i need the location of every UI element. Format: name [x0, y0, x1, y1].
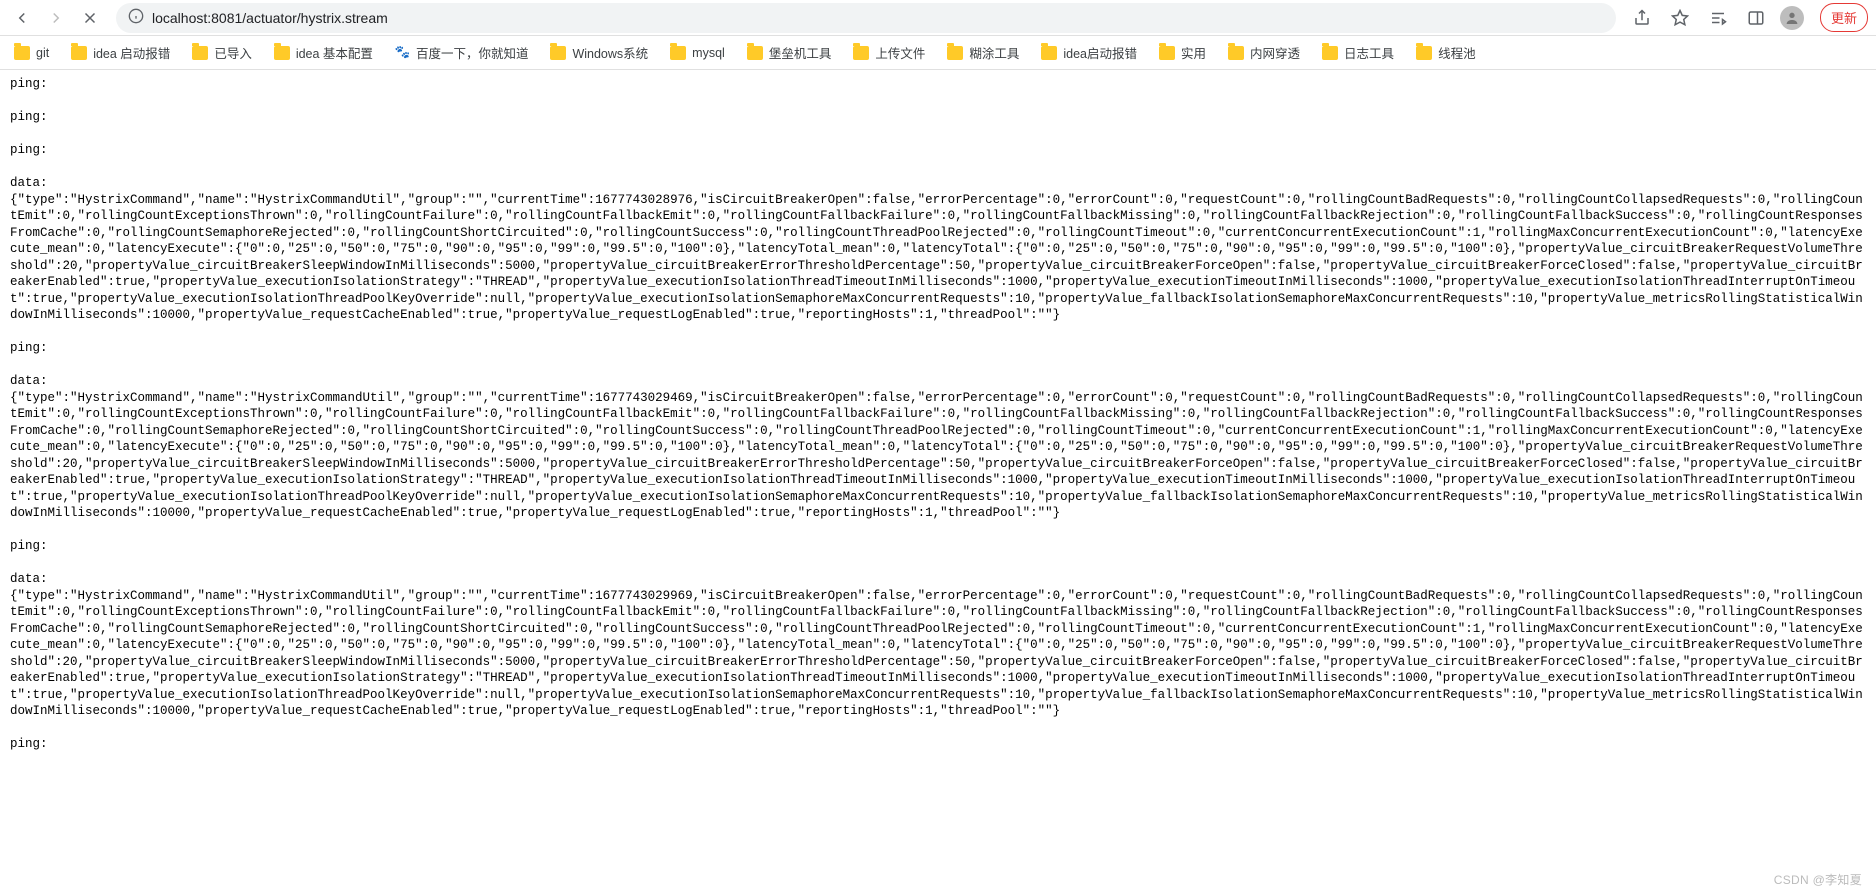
bookmark-label: 百度一下，你就知道	[416, 43, 529, 62]
bookmark-item[interactable]: 内网穿透	[1228, 43, 1300, 62]
bookmark-item[interactable]: 日志工具	[1322, 43, 1394, 62]
bookmark-star-icon[interactable]	[1666, 4, 1694, 32]
bookmark-item[interactable]: idea 基本配置	[274, 43, 373, 62]
bookmark-label: 糊涂工具	[969, 43, 1019, 62]
bookmark-item[interactable]: 糊涂工具	[947, 43, 1019, 62]
profile-avatar[interactable]	[1780, 6, 1804, 30]
bookmark-item[interactable]: 上传文件	[853, 43, 925, 62]
toolbar-right: 更新	[1628, 3, 1868, 32]
bookmark-item[interactable]: 堡垒机工具	[747, 43, 832, 62]
bookmark-item[interactable]: 🐾 百度一下，你就知道	[395, 43, 529, 62]
bookmark-label: 实用	[1181, 43, 1206, 62]
folder-icon	[192, 46, 208, 60]
bookmark-item[interactable]: idea 启动报错	[71, 43, 170, 62]
bookmark-label: 上传文件	[875, 43, 925, 62]
bookmark-item[interactable]: 已导入	[192, 43, 252, 62]
forward-button[interactable]	[42, 4, 70, 32]
watermark: CSDN @李知夏	[1774, 871, 1862, 888]
bookmark-item[interactable]: idea启动报错	[1041, 43, 1137, 62]
bookmark-label: 堡垒机工具	[769, 43, 832, 62]
bookmark-item[interactable]: mysql	[670, 46, 725, 60]
bookmark-label: Windows系统	[572, 43, 648, 62]
bookmark-label: 内网穿透	[1250, 43, 1300, 62]
bookmarks-bar: git idea 启动报错 已导入 idea 基本配置 🐾 百度一下，你就知道 Window…	[0, 36, 1876, 70]
back-button[interactable]	[8, 4, 36, 32]
bookmark-item[interactable]: 线程池	[1416, 43, 1476, 62]
bookmark-label: 线程池	[1438, 43, 1476, 62]
folder-icon	[550, 46, 566, 60]
folder-icon	[274, 46, 290, 60]
folder-icon	[1041, 46, 1057, 60]
folder-icon	[747, 46, 763, 60]
url-text: localhost:8081/actuator/hystrix.stream	[152, 10, 388, 26]
folder-icon	[14, 46, 30, 60]
folder-icon	[853, 46, 869, 60]
bookmark-label: 已导入	[214, 43, 252, 62]
bookmark-label: idea启动报错	[1063, 43, 1137, 62]
baidu-paw-icon: 🐾	[395, 45, 410, 60]
bookmark-label: 日志工具	[1344, 43, 1394, 62]
folder-icon	[1322, 46, 1338, 60]
stop-button[interactable]	[76, 4, 104, 32]
share-icon[interactable]	[1628, 4, 1656, 32]
folder-icon	[71, 46, 87, 60]
bookmark-item[interactable]: git	[14, 46, 49, 60]
bookmark-label: mysql	[692, 46, 725, 60]
site-info-icon[interactable]	[128, 8, 144, 27]
bookmark-item[interactable]: 实用	[1159, 43, 1206, 62]
playlist-icon[interactable]	[1704, 4, 1732, 32]
folder-icon	[1228, 46, 1244, 60]
folder-icon	[670, 46, 686, 60]
bookmark-label: idea 启动报错	[93, 43, 170, 62]
browser-toolbar: localhost:8081/actuator/hystrix.stream 更…	[0, 0, 1876, 36]
folder-icon	[1416, 46, 1432, 60]
folder-icon	[1159, 46, 1175, 60]
bookmark-label: idea 基本配置	[296, 43, 373, 62]
folder-icon	[947, 46, 963, 60]
address-bar[interactable]: localhost:8081/actuator/hystrix.stream	[116, 3, 1616, 33]
bookmark-label: git	[36, 46, 49, 60]
panel-icon[interactable]	[1742, 4, 1770, 32]
page-content: ping: ping: ping: data: {"type":"Hystrix…	[0, 70, 1876, 799]
bookmark-item[interactable]: Windows系统	[550, 43, 648, 62]
update-button[interactable]: 更新	[1820, 3, 1868, 32]
